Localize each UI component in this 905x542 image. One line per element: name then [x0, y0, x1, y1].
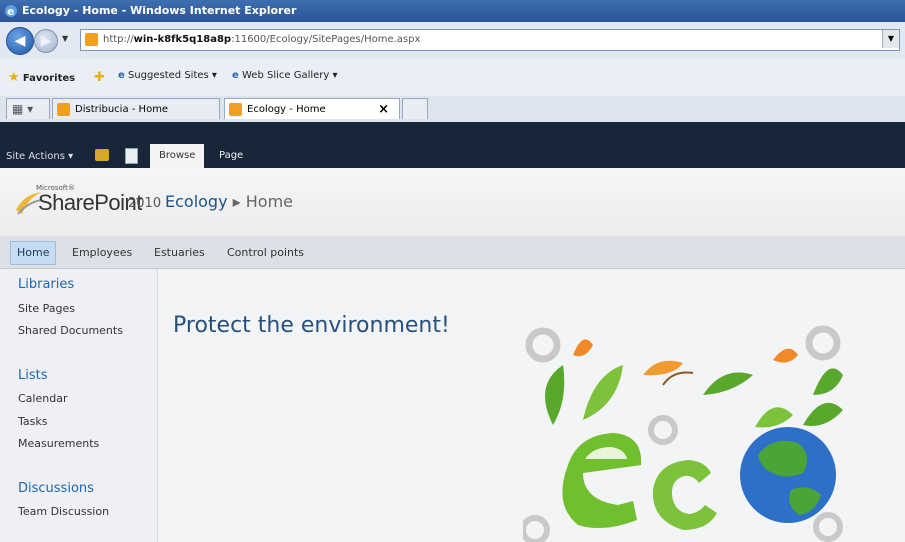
main-content: Protect the environment!	[158, 269, 905, 542]
svg-text:e: e	[7, 5, 14, 18]
forward-button[interactable]: ▶	[34, 29, 58, 53]
eco-illustration	[523, 325, 843, 542]
add-favorites-icon[interactable]: ✚	[94, 70, 105, 85]
site-header: Microsoft® SharePoint 2010 Ecology ▸ Hom…	[0, 168, 905, 236]
ql-site-pages[interactable]: Site Pages	[18, 302, 75, 315]
sharepoint-wordmark: SharePoint	[38, 190, 142, 215]
ql-shared-documents[interactable]: Shared Documents	[18, 324, 123, 337]
favorites-button[interactable]: ★ Favorites	[8, 70, 75, 85]
url-text: http://win-k8fk5q18a8p:11600/Ecology/Sit…	[103, 34, 421, 45]
url-field[interactable]: http://win-k8fk5q18a8p:11600/Ecology/Sit…	[80, 29, 900, 51]
new-tab-button[interactable]	[402, 98, 428, 119]
breadcrumb-page: Home	[245, 192, 294, 211]
tab-page[interactable]: Page	[210, 144, 252, 168]
back-arrow-icon: ◀	[14, 33, 26, 49]
topnav-control-points[interactable]: Control points	[227, 246, 304, 259]
recent-pages-dropdown[interactable]: ▼	[62, 34, 68, 43]
ql-measurements[interactable]: Measurements	[18, 437, 99, 450]
suggested-sites-link[interactable]: e Suggested Sites ▾	[118, 70, 217, 81]
navigate-up-icon[interactable]	[95, 149, 109, 161]
site-actions-menu[interactable]: Site Actions ▾	[6, 151, 73, 162]
close-tab-icon[interactable]: ×	[378, 102, 389, 117]
tab-distribucia-home[interactable]: Distribucia - Home	[52, 98, 220, 119]
breadcrumb: Ecology ▸ Home	[165, 192, 294, 211]
sharepoint-version: 2010	[128, 196, 162, 211]
breadcrumb-site-link[interactable]: Ecology	[165, 192, 228, 211]
window-title: Ecology - Home - Windows Internet Explor…	[22, 4, 297, 17]
star-icon: ★	[8, 70, 20, 85]
ql-tasks[interactable]: Tasks	[18, 415, 47, 428]
topnav-employees[interactable]: Employees	[72, 246, 132, 259]
ql-calendar[interactable]: Calendar	[18, 392, 67, 405]
tab-favicon	[57, 103, 70, 116]
page-title: Protect the environment!	[173, 313, 450, 338]
web-slice-gallery-link[interactable]: e Web Slice Gallery ▾	[232, 70, 338, 81]
topnav-estuaries[interactable]: Estuaries	[154, 246, 205, 259]
top-navigation: Home Employees Estuaries Control points	[0, 236, 905, 269]
topnav-home[interactable]: Home	[10, 241, 57, 265]
sharepoint-ribbon: Site Actions ▾ Browse Page	[0, 122, 905, 168]
tab-browse[interactable]: Browse	[150, 144, 205, 168]
tab-ecology-home[interactable]: Ecology - Home ×	[224, 98, 400, 119]
quick-tabs-button[interactable]: ▦ ▾	[6, 98, 50, 119]
tab-favicon	[229, 103, 242, 116]
ie-icon: e	[5, 5, 17, 18]
ql-discussions-heading[interactable]: Discussions	[18, 481, 94, 496]
back-button[interactable]: ◀	[6, 27, 34, 55]
address-bar: ◀ ▶ ▼ http://win-k8fk5q18a8p:11600/Ecolo…	[0, 22, 905, 58]
ql-libraries-heading[interactable]: Libraries	[18, 277, 74, 292]
url-dropdown-button[interactable]: ▼	[882, 30, 899, 48]
ql-team-discussion[interactable]: Team Discussion	[18, 505, 109, 518]
favorites-bar: ★ Favorites ✚ e Suggested Sites ▾ e Web …	[0, 58, 905, 96]
site-favicon	[85, 33, 98, 46]
window-titlebar: e Ecology - Home - Windows Internet Expl…	[0, 0, 905, 22]
quick-launch: Libraries Site Pages Shared Documents Li…	[0, 269, 158, 542]
ql-lists-heading[interactable]: Lists	[18, 368, 48, 383]
tab-bar: ▦ ▾ Distribucia - Home Ecology - Home ×	[0, 96, 905, 123]
edit-page-icon[interactable]	[125, 148, 138, 164]
forward-arrow-icon: ▶	[40, 33, 52, 49]
